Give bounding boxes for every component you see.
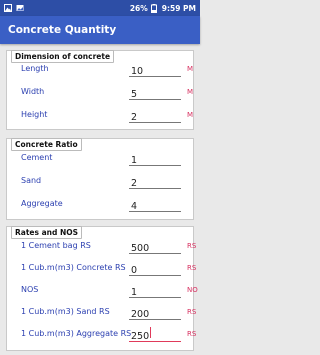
- length-row: Length M: [7, 59, 195, 80]
- aggregate-field-wrap: [129, 194, 181, 215]
- text-cursor: [150, 327, 151, 338]
- height-input[interactable]: [129, 109, 181, 126]
- aggregate-rate-row: 1 Cub.m(m3) Aggregate RS RS: [7, 324, 197, 345]
- cement-bag-rate-field-wrap: [129, 236, 181, 257]
- height-row: Height M: [7, 105, 195, 126]
- aggregate-rate-input[interactable]: [129, 328, 181, 345]
- aggregate-row: Aggregate: [7, 194, 195, 215]
- status-right: 26% 9:59 PM: [130, 4, 196, 13]
- length-field-wrap: [129, 59, 181, 80]
- nos-label: NOS: [21, 285, 39, 294]
- height-label: Height: [21, 110, 48, 119]
- concrete-rate-field-wrap: [129, 258, 181, 279]
- battery-icon: [150, 4, 159, 13]
- sand-rate-input[interactable]: [129, 306, 181, 323]
- gallery-icon: [4, 4, 12, 12]
- cement-field-wrap: [129, 148, 181, 169]
- clock: 9:59 PM: [161, 3, 196, 13]
- cement-bag-rate-row: 1 Cement bag RS RS: [7, 236, 197, 257]
- cement-bag-rate-unit: RS: [187, 242, 197, 250]
- cement-bag-rate-label: 1 Cement bag RS: [21, 241, 91, 250]
- status-bar: 26% 9:59 PM: [0, 0, 200, 16]
- sand-rate-label: 1 Cub.m(m3) Sand RS: [21, 307, 110, 316]
- image-icon: [16, 4, 24, 12]
- sand-label: Sand: [21, 176, 42, 185]
- aggregate-rate-unit: RS: [187, 330, 197, 338]
- width-field-wrap: [129, 82, 181, 103]
- width-unit: M: [187, 88, 194, 96]
- height-field-wrap: [129, 105, 181, 126]
- width-row: Width M: [7, 82, 195, 103]
- nos-unit: NO: [187, 286, 198, 294]
- sand-rate-field-wrap: [129, 302, 181, 323]
- sand-rate-row: 1 Cub.m(m3) Sand RS RS: [7, 302, 197, 323]
- concrete-rate-input[interactable]: [129, 262, 181, 279]
- battery-percent: 26%: [129, 3, 148, 13]
- length-input[interactable]: [129, 63, 181, 80]
- aggregate-rate-label: 1 Cub.m(m3) Aggregate RS: [21, 329, 132, 338]
- aggregate-rate-field-wrap: [129, 324, 181, 345]
- height-unit: M: [187, 111, 194, 119]
- sand-row: Sand: [7, 171, 195, 192]
- width-input[interactable]: [129, 86, 181, 103]
- concrete-rate-label: 1 Cub.m(m3) Concrete RS: [21, 263, 126, 272]
- nos-field-wrap: [129, 280, 181, 301]
- length-label: Length: [21, 64, 49, 73]
- width-label: Width: [21, 87, 45, 96]
- aggregate-input[interactable]: [129, 198, 181, 215]
- sand-input[interactable]: [129, 175, 181, 192]
- sand-field-wrap: [129, 171, 181, 192]
- concrete-rate-row: 1 Cub.m(m3) Concrete RS RS: [7, 258, 197, 279]
- cement-input[interactable]: [129, 152, 181, 169]
- concrete-rate-unit: RS: [187, 264, 197, 272]
- nos-row: NOS NO: [7, 280, 198, 301]
- cement-label: Cement: [21, 153, 53, 162]
- nos-input[interactable]: [129, 284, 181, 301]
- cement-row: Cement: [7, 148, 195, 169]
- length-unit: M: [187, 65, 194, 73]
- dimension-card: Dimension of concrete Length M Width M H…: [6, 50, 194, 130]
- app-title: Concrete Quantity: [8, 24, 117, 36]
- sand-rate-unit: RS: [187, 308, 197, 316]
- aggregate-label: Aggregate: [21, 199, 63, 208]
- cement-bag-rate-input[interactable]: [129, 240, 181, 257]
- app-bar: Concrete Quantity: [0, 16, 200, 44]
- status-left: [4, 4, 24, 12]
- ratio-card: Concrete Ratio Cement Sand Aggregate: [6, 138, 194, 220]
- rates-card: Rates and NOS 1 Cement bag RS RS 1 Cub.m…: [6, 226, 198, 351]
